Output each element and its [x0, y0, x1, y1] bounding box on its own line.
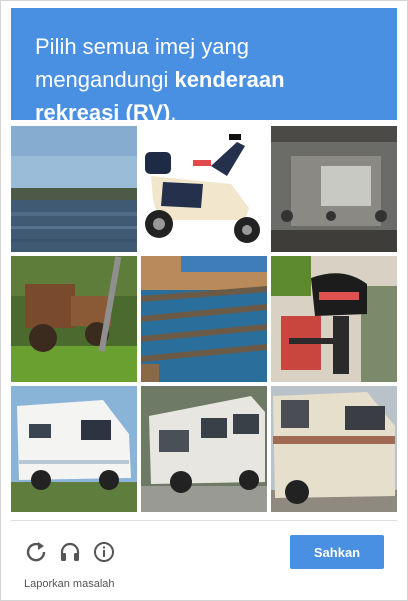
footer-divider	[11, 520, 397, 521]
verify-button[interactable]: Sahkan	[290, 535, 384, 569]
report-problem-link[interactable]: Laporkan masalah	[24, 578, 115, 590]
tile-white-rv[interactable]	[11, 386, 137, 512]
info-icon[interactable]	[92, 540, 116, 564]
tile-lake[interactable]	[11, 126, 137, 252]
reload-icon[interactable]	[24, 540, 48, 564]
tile-engine-block[interactable]	[271, 126, 397, 252]
tile-stadium-seats[interactable]	[141, 256, 267, 382]
tile-old-tractor[interactable]	[11, 256, 137, 382]
instruction-text: Pilih semua imej yang mengandungi kender…	[35, 30, 375, 129]
instruction-end: .	[170, 100, 177, 125]
instruction-header: Pilih semua imej yang mengandungi kender…	[11, 8, 397, 125]
headphones-icon[interactable]	[58, 540, 82, 564]
tile-beige-camper[interactable]	[271, 386, 397, 512]
tile-white-van[interactable]	[141, 386, 267, 512]
image-grid	[11, 126, 397, 512]
tile-toy-motorbike[interactable]	[141, 126, 267, 252]
tile-outboard-motor[interactable]	[271, 256, 397, 382]
